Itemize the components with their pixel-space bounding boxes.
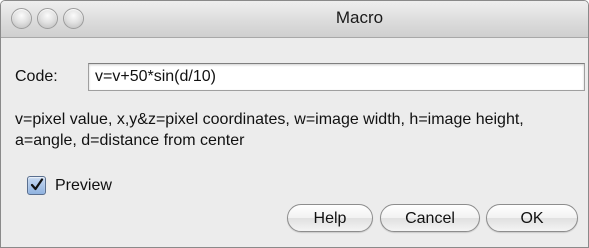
window-title: Macro <box>335 8 384 27</box>
cancel-button[interactable]: Cancel <box>380 204 480 232</box>
code-label: Code: <box>15 68 58 85</box>
help-text: v=pixel value, x,y&z=pixel coordinates, … <box>15 111 524 149</box>
help-button[interactable]: Help <box>287 204 373 232</box>
code-input[interactable] <box>88 63 585 91</box>
macro-dialog: Macro Code: v=pixel value, x,y&z=pixel c… <box>0 0 589 248</box>
ok-button[interactable]: OK <box>486 204 578 232</box>
title-bar[interactable]: Macro <box>1 1 588 38</box>
preview-label[interactable]: Preview <box>55 177 112 195</box>
checkbox-checked-icon[interactable] <box>27 176 46 195</box>
